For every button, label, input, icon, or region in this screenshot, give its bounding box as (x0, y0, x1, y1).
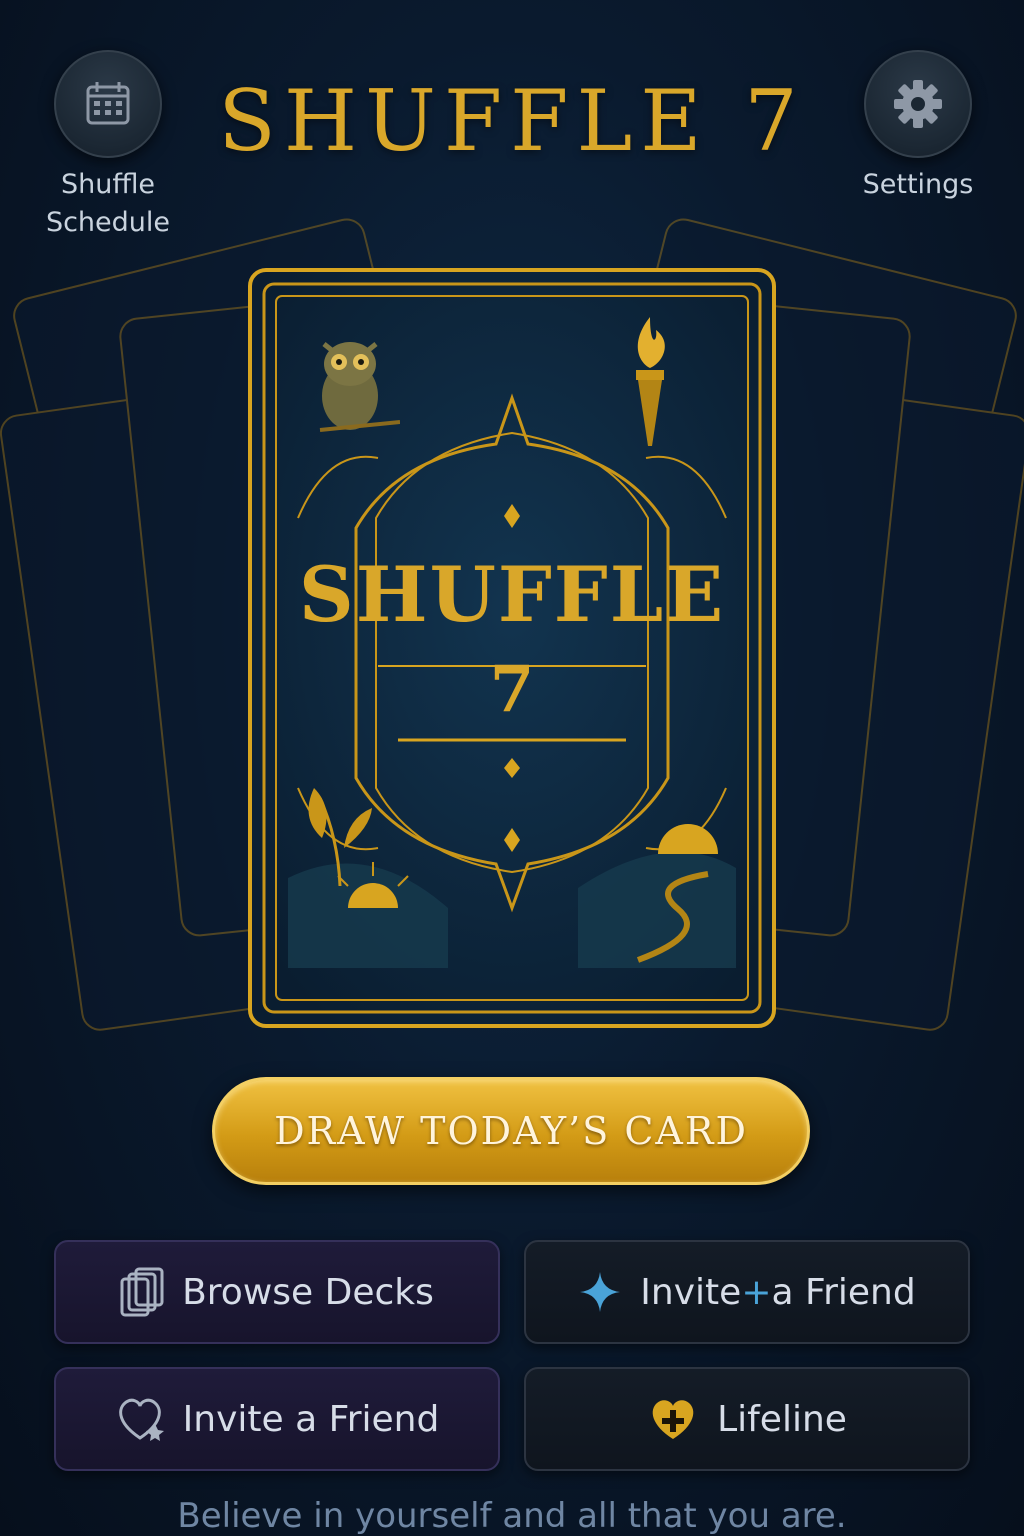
daily-quote: Believe in yourself and all that you are… (177, 1496, 847, 1536)
sparkle-icon (580, 1272, 621, 1312)
plus-sign: + (741, 1271, 772, 1313)
invite-word: Invite (640, 1271, 742, 1313)
browse-decks-label: Browse Decks (182, 1271, 434, 1313)
draw-todays-card-button[interactable]: DRAW TODAY’S CARD (212, 1077, 810, 1185)
heart-plus-icon (652, 1400, 694, 1439)
owl-icon (319, 342, 400, 432)
card-number: 7 (489, 652, 535, 727)
browse-decks-button[interactable]: Browse Decks (54, 1240, 500, 1344)
invite-friend-button[interactable]: Invite a Friend (54, 1367, 500, 1471)
torch-icon (636, 317, 665, 446)
invite-friend-button-top[interactable]: Invite+a Friend (524, 1240, 970, 1344)
lifeline-button[interactable]: Lifeline (524, 1367, 970, 1471)
a-friend-words: a Friend (771, 1271, 916, 1313)
invite-friend-label: Invite a Friend (182, 1398, 440, 1440)
daily-card[interactable]: SHUFFLE 7 (248, 268, 776, 1028)
heart-outline-icon (118, 1398, 164, 1441)
invite-friend-label-top: Invite+a Friend (640, 1272, 915, 1313)
lifeline-label: Lifeline (717, 1398, 847, 1440)
cards-stack-icon (120, 1267, 164, 1317)
sun-icon (337, 862, 409, 908)
path-icon (636, 824, 718, 963)
card-title: SHUFFLE (298, 550, 726, 639)
